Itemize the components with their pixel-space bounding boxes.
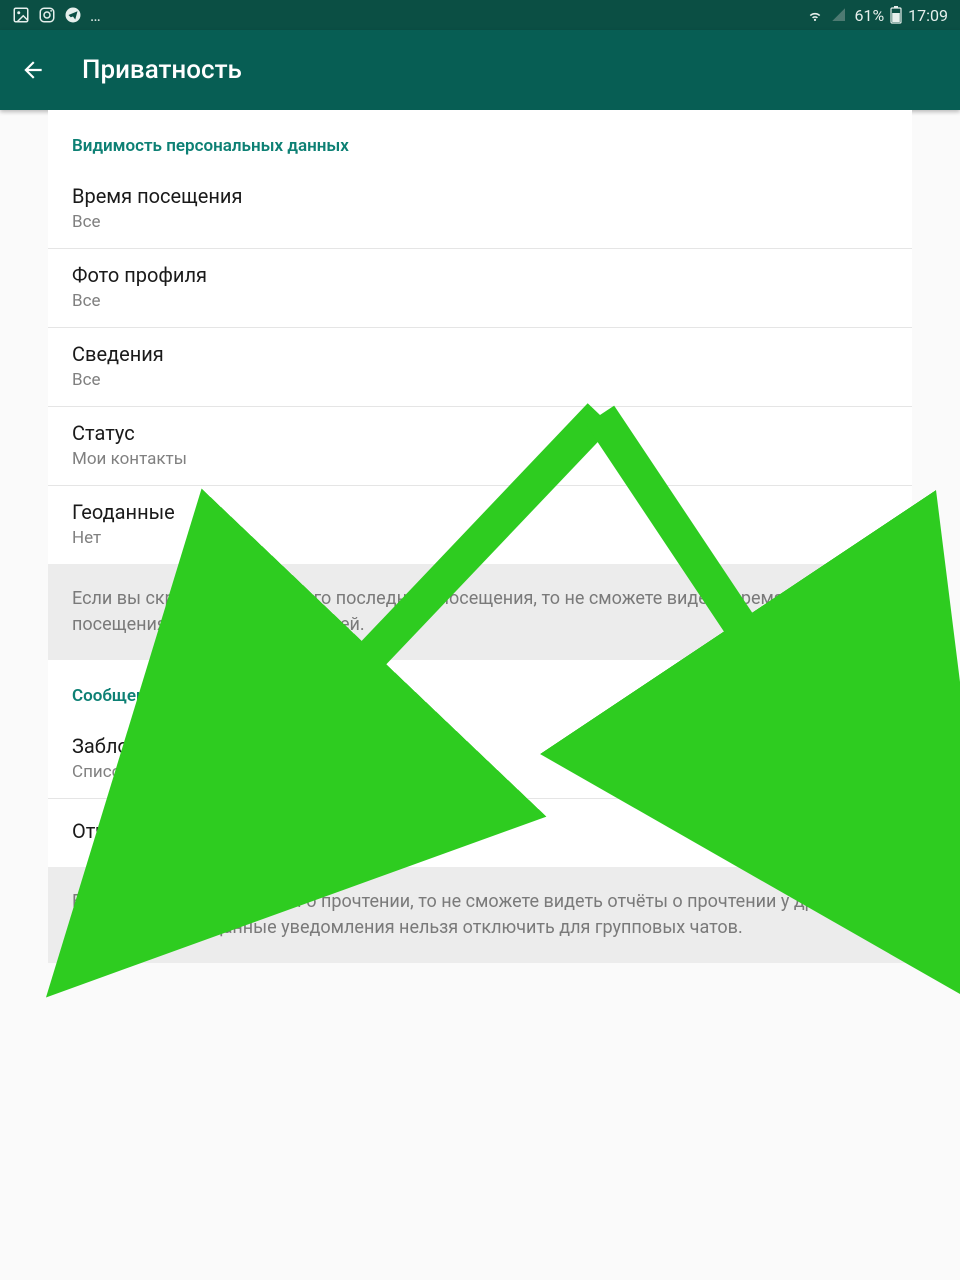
section-header-visibility: Видимость персональных данных	[48, 110, 912, 170]
battery-icon	[890, 6, 902, 24]
row-title: Геоданные	[72, 500, 888, 528]
info-last-seen: Если вы скроете время своего последнего …	[48, 564, 912, 660]
row-location[interactable]: Геоданные Нет	[48, 486, 912, 564]
info-read-receipts: Если вы отключите отчёты о прочтении, то…	[48, 867, 912, 963]
content: Видимость персональных данных Время посе…	[0, 110, 960, 963]
status-bar: … 61% 17:09	[0, 0, 960, 30]
back-icon[interactable]	[20, 57, 46, 83]
read-receipts-checkbox[interactable]	[882, 820, 908, 846]
check-icon	[886, 824, 904, 842]
app-bar: Приватность	[0, 30, 960, 110]
row-profile-photo[interactable]: Фото профиля Все	[48, 249, 912, 328]
wifi-icon	[806, 6, 824, 24]
row-sub: Все	[72, 212, 888, 232]
status-left: …	[12, 6, 101, 25]
status-right: 61% 17:09	[806, 6, 948, 25]
row-read-receipts[interactable]: Отчёты о прочтении	[48, 799, 912, 867]
row-sub: Все	[72, 370, 888, 390]
clock: 17:09	[908, 6, 948, 25]
battery-percent: 61%	[854, 6, 884, 25]
row-sub: Нет	[72, 528, 888, 548]
section-header-messages: Сообщения	[48, 660, 912, 720]
row-title: Время посещения	[72, 184, 888, 212]
row-title: Заблокированные	[72, 734, 888, 762]
settings-panel: Видимость персональных данных Время посе…	[48, 110, 912, 963]
gallery-icon	[12, 6, 30, 24]
row-sub: Список заблокированных контактов.	[72, 762, 888, 782]
page-title: Приватность	[82, 55, 242, 85]
row-title: Отчёты о прочтении	[72, 819, 888, 847]
row-about[interactable]: Сведения Все	[48, 328, 912, 407]
signal-icon	[830, 6, 848, 24]
row-status[interactable]: Статус Мои контакты	[48, 407, 912, 486]
row-sub: Мои контакты	[72, 449, 888, 469]
instagram-icon	[38, 6, 56, 24]
row-title: Сведения	[72, 342, 888, 370]
row-title: Статус	[72, 421, 888, 449]
more-icon: …	[90, 6, 101, 25]
row-sub: Все	[72, 291, 888, 311]
telegram-icon	[64, 6, 82, 24]
row-blocked[interactable]: Заблокированные Список заблокированных к…	[48, 720, 912, 799]
row-title: Фото профиля	[72, 263, 888, 291]
row-last-seen[interactable]: Время посещения Все	[48, 170, 912, 249]
